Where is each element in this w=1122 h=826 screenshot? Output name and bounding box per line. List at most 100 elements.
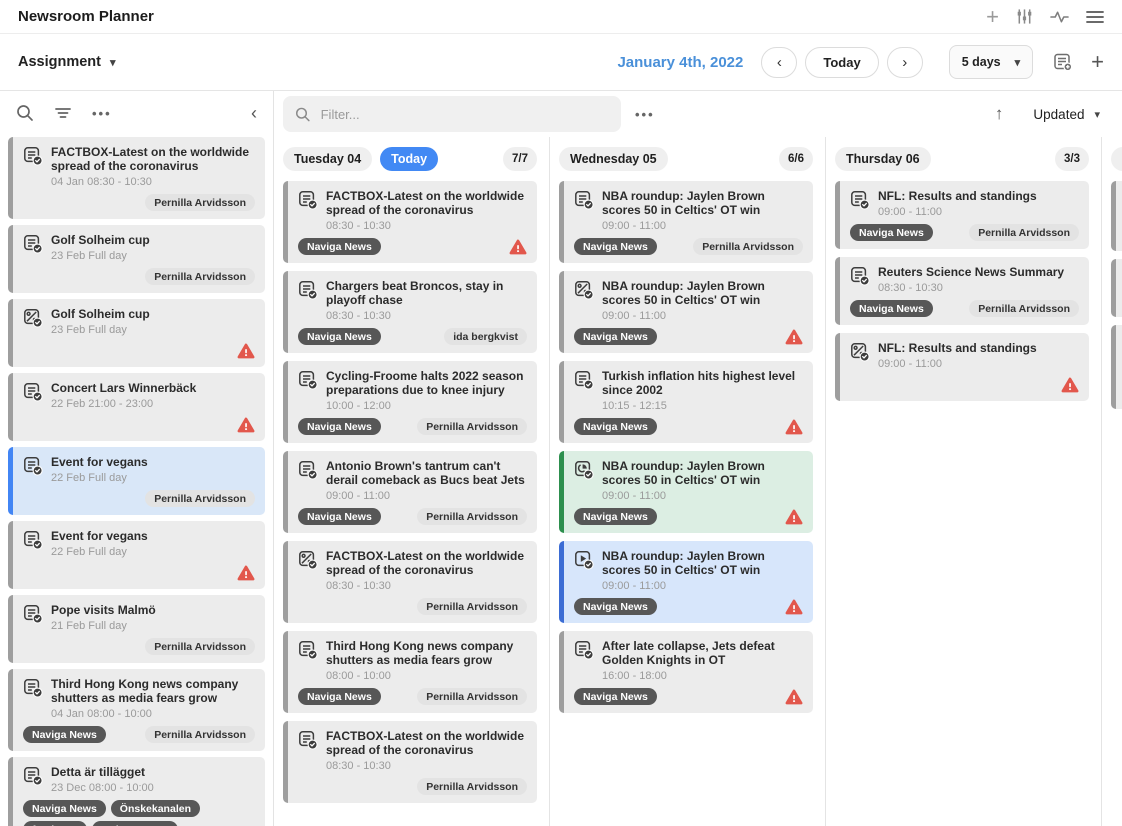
text-assignment-icon bbox=[23, 604, 43, 624]
assignee-badge: Pernilla Arvidsson bbox=[693, 238, 803, 255]
toolbar-right: January 4th, 2022 ‹ Today › 5 days ▾ bbox=[617, 45, 1104, 79]
assignment-card[interactable]: Event for vegans22 Feb Full day bbox=[8, 521, 265, 589]
sidebar-toolbar: ••• ‹ bbox=[0, 91, 273, 135]
card-body: Chargers beat Broncos, stay in playoff c… bbox=[288, 271, 537, 353]
photo-assignment-icon bbox=[574, 280, 594, 300]
card-foot: Naviga NewsPernilla Arvidsson bbox=[850, 224, 1079, 241]
next-day-button[interactable]: › bbox=[887, 47, 923, 78]
assignment-card[interactable]: NBA roundup: Jaylen Brown scores 50 in C… bbox=[559, 451, 813, 533]
card-head: NBA roundup: Jaylen Brown scores 50 in C… bbox=[574, 459, 803, 503]
assignment-card[interactable]: Turkish inflation hits highest level sin… bbox=[559, 361, 813, 443]
assignment-card[interactable] bbox=[1111, 259, 1122, 317]
card-body: NFL: Results and standings09:00 - 11:00 bbox=[840, 333, 1089, 401]
assignment-card[interactable]: Event for vegans22 Feb Full dayPernilla … bbox=[8, 447, 265, 515]
assignment-card[interactable]: NFL: Results and standings09:00 - 11:00 bbox=[835, 333, 1089, 401]
card-body: NBA roundup: Jaylen Brown scores 50 in C… bbox=[564, 271, 813, 353]
card-title: NBA roundup: Jaylen Brown scores 50 in C… bbox=[602, 279, 803, 307]
card-head: Golf Solheim cup23 Feb Full day bbox=[23, 233, 255, 263]
card-title: Third Hong Kong news company shutters as… bbox=[326, 639, 527, 667]
current-date-label[interactable]: January 4th, 2022 bbox=[617, 54, 743, 71]
column-count-badge: 3/3 bbox=[1055, 147, 1089, 171]
assignment-card[interactable]: Cycling-Froome halts 2022 season prepara… bbox=[283, 361, 537, 443]
sort-by-dropdown[interactable]: Updated ▾ bbox=[1033, 107, 1100, 122]
card-titlewrap: NFL: Results and standings09:00 - 11:00 bbox=[878, 189, 1037, 219]
card-title: NBA roundup: Jaylen Brown scores 50 in C… bbox=[602, 549, 803, 577]
column-day-label: Thursday 06 bbox=[835, 147, 931, 171]
card-body: Third Hong Kong news company shutters as… bbox=[288, 631, 537, 713]
text-assignment-icon bbox=[23, 382, 43, 402]
assignment-card[interactable]: Pope visits Malmö21 Feb Full dayPernilla… bbox=[8, 595, 265, 663]
assignment-card[interactable]: Detta är tillägget23 Dec 08:00 - 10:00Na… bbox=[8, 757, 265, 826]
more-options-icon[interactable]: ••• bbox=[92, 106, 112, 121]
assignment-card[interactable]: FACTBOX-Latest on the worldwide spread o… bbox=[283, 541, 537, 623]
sliders-icon[interactable] bbox=[1016, 8, 1033, 25]
assignee-badge: Pernilla Arvidsson bbox=[145, 726, 255, 743]
assignment-card[interactable]: Antonio Brown's tantrum can't derail com… bbox=[283, 451, 537, 533]
assignment-card[interactable]: After late collapse, Jets defeat Golden … bbox=[559, 631, 813, 713]
card-foot: Naviga NewsPernilla Arvidsson bbox=[298, 508, 527, 525]
range-selector-dropdown[interactable]: 5 days ▾ bbox=[949, 45, 1033, 79]
card-title: Third Hong Kong news company shutters as… bbox=[51, 677, 255, 705]
assignment-card[interactable]: FACTBOX-Latest on the worldwide spread o… bbox=[8, 137, 265, 219]
board-more-options-icon[interactable]: ••• bbox=[635, 107, 655, 122]
assignment-card[interactable]: NBA roundup: Jaylen Brown scores 50 in C… bbox=[559, 271, 813, 353]
filter-icon[interactable] bbox=[54, 106, 72, 120]
card-body: Antonio Brown's tantrum can't derail com… bbox=[288, 451, 537, 533]
card-title: Reuters Science News Summary bbox=[878, 265, 1064, 279]
column-card-list bbox=[1111, 181, 1122, 409]
activity-pulse-icon[interactable] bbox=[1050, 10, 1069, 24]
add-icon[interactable]: + bbox=[986, 8, 999, 26]
channel-badge: Naviga News bbox=[850, 300, 933, 317]
card-title: Pope visits Malmö bbox=[51, 603, 156, 617]
card-titlewrap: NFL: Results and standings09:00 - 11:00 bbox=[878, 341, 1037, 371]
view-selector-dropdown[interactable]: Assignment ▾ bbox=[18, 54, 116, 70]
assignment-card[interactable]: Chargers beat Broncos, stay in playoff c… bbox=[283, 271, 537, 353]
hamburger-menu-icon[interactable] bbox=[1086, 10, 1104, 24]
assignee-badge: Pernilla Arvidsson bbox=[417, 778, 527, 795]
assignment-card[interactable]: Reuters Science News Summary 08:30 - 10:3… bbox=[835, 257, 1089, 325]
assignment-card[interactable]: NFL: Results and standings09:00 - 11:00 N… bbox=[835, 181, 1089, 249]
assignment-card[interactable]: Golf Solheim cup23 Feb Full dayPernilla … bbox=[8, 225, 265, 293]
assignment-card[interactable]: Third Hong Kong news company shutters as… bbox=[8, 669, 265, 751]
toolbar: Assignment ▾ January 4th, 2022 ‹ Today ›… bbox=[0, 34, 1122, 91]
assignment-card[interactable]: Golf Solheim cup23 Feb Full day bbox=[8, 299, 265, 367]
filter-input[interactable] bbox=[321, 107, 609, 122]
card-foot: Naviga News bbox=[574, 418, 803, 435]
card-title: Golf Solheim cup bbox=[51, 307, 150, 321]
card-title: Cycling-Froome halts 2022 season prepara… bbox=[326, 369, 527, 397]
assignment-card[interactable] bbox=[1111, 181, 1122, 251]
sort-direction-icon[interactable]: ↑ bbox=[995, 104, 1004, 124]
card-titlewrap: Golf Solheim cup23 Feb Full day bbox=[51, 233, 150, 263]
card-title: FACTBOX-Latest on the worldwide spread o… bbox=[51, 145, 255, 173]
text-assignment-icon bbox=[23, 146, 43, 166]
card-time: 08:30 - 10:30 bbox=[326, 310, 527, 323]
assignment-card[interactable]: NBA roundup: Jaylen Brown scores 50 in C… bbox=[559, 181, 813, 263]
assignment-card[interactable]: FACTBOX-Latest on the worldwide spread o… bbox=[283, 181, 537, 263]
assignment-card[interactable]: FACTBOX-Latest on the worldwide spread o… bbox=[283, 721, 537, 803]
channel-badge: Naviga News bbox=[574, 418, 657, 435]
card-title: FACTBOX-Latest on the worldwide spread o… bbox=[326, 729, 527, 757]
card-time: 08:30 - 10:30 bbox=[878, 282, 1064, 295]
today-button[interactable]: Today bbox=[805, 47, 878, 78]
card-titlewrap: Pope visits Malmö21 Feb Full day bbox=[51, 603, 156, 633]
assignment-card[interactable]: NBA roundup: Jaylen Brown scores 50 in C… bbox=[559, 541, 813, 623]
assignment-card[interactable]: Third Hong Kong news company shutters as… bbox=[283, 631, 537, 713]
collapse-sidebar-icon[interactable]: ‹ bbox=[251, 103, 257, 124]
text-assignment-icon bbox=[574, 370, 594, 390]
assignment-card[interactable]: Concert Lars Winnerbäck22 Feb 21:00 - 23… bbox=[8, 373, 265, 441]
card-title: Chargers beat Broncos, stay in playoff c… bbox=[326, 279, 527, 307]
text-assignment-icon bbox=[298, 190, 318, 210]
channel-badge: Naviga News bbox=[574, 238, 657, 255]
assignment-card[interactable] bbox=[1111, 325, 1122, 409]
add-assignment-icon[interactable]: + bbox=[1091, 53, 1104, 71]
text-assignment-icon bbox=[23, 456, 43, 476]
card-time: 08:00 - 10:00 bbox=[326, 670, 527, 683]
day-column: Wednesday 056/6NBA roundup: Jaylen Brown… bbox=[550, 137, 826, 826]
prev-day-button[interactable]: ‹ bbox=[761, 47, 797, 78]
card-foot: Pernilla Arvidsson bbox=[298, 598, 527, 615]
search-icon[interactable] bbox=[16, 104, 34, 122]
card-time: 09:00 - 11:00 bbox=[326, 490, 527, 503]
board-filter-row: ••• ↑ Updated ▾ bbox=[274, 91, 1122, 137]
add-note-icon[interactable] bbox=[1053, 52, 1073, 72]
card-head: Reuters Science News Summary 08:30 - 10:3… bbox=[850, 265, 1079, 295]
